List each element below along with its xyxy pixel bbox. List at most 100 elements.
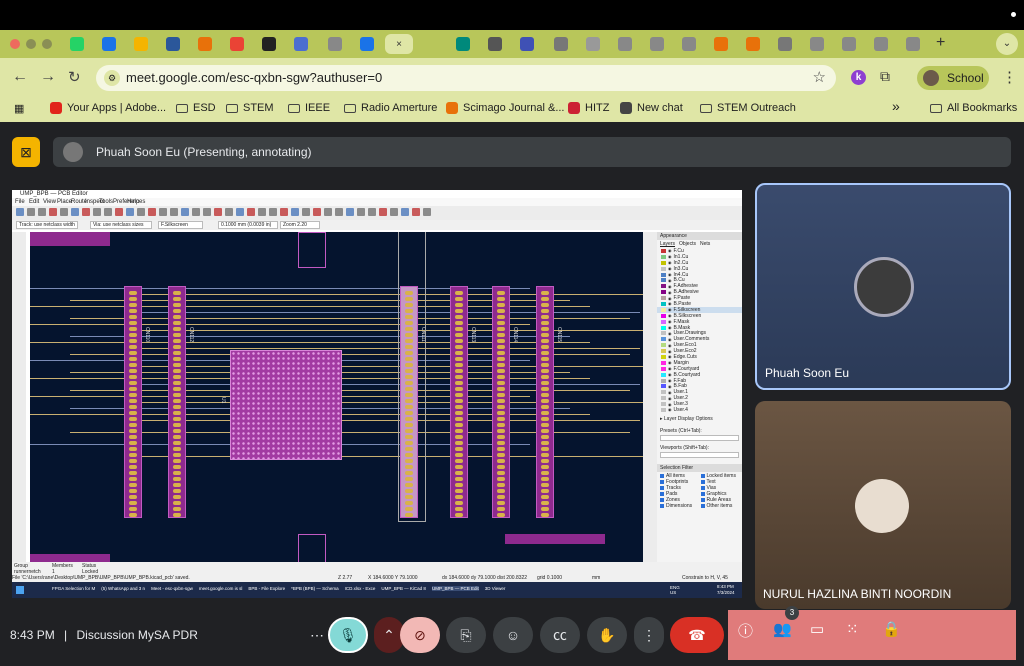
selection-filter-item[interactable]: Other items (700, 503, 740, 509)
layer-color-swatch[interactable] (661, 343, 666, 348)
eye-icon[interactable]: ◉ (668, 366, 672, 371)
profile-button[interactable]: School (917, 66, 989, 90)
zoom-select[interactable]: Zoom 2.20 (280, 221, 320, 229)
layer-color-swatch[interactable] (661, 272, 666, 277)
kicad-tool-icon[interactable] (27, 208, 35, 216)
kicad-menu-item[interactable]: View (43, 199, 56, 205)
kicad-menu-item[interactable]: Tools (99, 199, 113, 205)
layer-color-swatch[interactable] (661, 402, 666, 407)
connector-footprint[interactable]: CN114 (492, 286, 518, 518)
layer-color-swatch[interactable] (661, 372, 666, 377)
eye-icon[interactable]: ◉ (668, 384, 672, 389)
reload-icon[interactable]: ↻ (68, 68, 81, 86)
eye-icon[interactable]: ◉ (668, 337, 672, 342)
bookmarks-overflow-button[interactable]: » (892, 98, 900, 114)
checkbox-icon[interactable] (700, 491, 705, 496)
kicad-tool-icon[interactable] (137, 208, 145, 216)
kicad-tool-icon[interactable] (203, 208, 211, 216)
tab-meet[interactable] (450, 34, 476, 54)
bookmark-item[interactable]: Radio Amerture (344, 102, 437, 114)
layer-color-swatch[interactable] (661, 325, 666, 330)
checkbox-icon[interactable] (700, 503, 705, 508)
window-maximize-icon[interactable] (42, 39, 52, 49)
activities-icon[interactable]: ⁙ (846, 620, 859, 638)
presets-select[interactable] (660, 434, 739, 441)
taskbar-item[interactable]: ICD.xlsx - Exce (345, 586, 376, 591)
tab-settings[interactable] (514, 34, 540, 54)
layer-select[interactable]: F.Silkscreen (158, 221, 203, 229)
tab-whatsapp[interactable] (64, 34, 90, 54)
layer-color-swatch[interactable] (661, 284, 666, 289)
layer-color-swatch[interactable] (661, 260, 666, 265)
layer-color-swatch[interactable] (661, 390, 666, 395)
eye-icon[interactable]: ◉ (668, 301, 672, 306)
layer-color-swatch[interactable] (661, 254, 666, 259)
tab-etsy[interactable] (708, 34, 734, 54)
layer-color-swatch[interactable] (661, 407, 666, 412)
bookmark-item[interactable]: HITZ (568, 102, 609, 114)
kicad-tool-icon[interactable] (390, 208, 398, 216)
participant-tile-presenter[interactable]: Phuah Soon Eu (755, 183, 1011, 390)
tab-word[interactable] (160, 34, 186, 54)
connector-footprint[interactable]: CN113 (450, 286, 476, 518)
chat-icon[interactable]: ▭ (810, 620, 824, 638)
eye-icon[interactable]: ◉ (668, 313, 672, 318)
viewports-select[interactable] (660, 451, 739, 458)
eye-icon[interactable]: ◉ (668, 272, 672, 277)
kicad-menu-item[interactable]: Help (127, 199, 139, 205)
kicad-tool-icon[interactable] (126, 208, 134, 216)
kicad-tool-icon[interactable] (71, 208, 79, 216)
eye-icon[interactable]: ◉ (668, 360, 672, 365)
layer-color-swatch[interactable] (661, 296, 666, 301)
windows-start-icon[interactable] (16, 586, 24, 594)
connector-footprint[interactable]: CN110 (124, 286, 150, 518)
eye-icon[interactable]: ◉ (668, 319, 672, 324)
tab-meet-active[interactable]: × (385, 34, 413, 54)
kicad-tool-icon[interactable] (379, 208, 387, 216)
layer-color-swatch[interactable] (661, 266, 666, 271)
kicad-tool-icon[interactable] (247, 208, 255, 216)
eye-icon[interactable]: ◉ (668, 378, 672, 383)
tab-chrome[interactable] (836, 34, 862, 54)
bookmark-item[interactable]: ESD (176, 102, 216, 114)
tab-drive[interactable] (96, 34, 122, 54)
eye-icon[interactable]: ◉ (668, 372, 672, 377)
tab-camera[interactable] (482, 34, 508, 54)
checkbox-icon[interactable] (660, 485, 664, 490)
tab-gmail[interactable] (224, 34, 250, 54)
kicad-tool-icon[interactable] (412, 208, 420, 216)
kicad-tool-icon[interactable] (258, 208, 266, 216)
eye-icon[interactable]: ◉ (668, 354, 672, 359)
via-size-select[interactable]: Via: use netclass sizes (90, 221, 152, 229)
kicad-tool-icon[interactable] (49, 208, 57, 216)
captions-button[interactable]: ㏄ (540, 617, 580, 653)
eye-icon[interactable]: ◉ (668, 331, 672, 336)
layer-color-swatch[interactable] (661, 384, 666, 389)
layer-color-swatch[interactable] (661, 360, 666, 365)
kicad-tool-icon[interactable] (236, 208, 244, 216)
tab-ext[interactable] (548, 34, 574, 54)
eye-icon[interactable]: ◉ (668, 402, 672, 407)
eye-icon[interactable]: ◉ (668, 307, 672, 312)
eye-icon[interactable]: ◉ (668, 278, 672, 283)
kicad-tool-icon[interactable] (324, 208, 332, 216)
bookmark-item[interactable]: IEEE (288, 102, 330, 114)
taskbar-item[interactable]: UMP_BPB — KiCad 8 (381, 586, 426, 591)
taskbar-item[interactable]: FPGA Selection for M (52, 586, 95, 591)
pcb-canvas[interactable]: CN110 CN112 CN111 CN113 CN114 CN115 U1 (30, 232, 656, 575)
track-width-select[interactable]: Track: use netclass width (16, 221, 78, 229)
tab-etsy[interactable] (740, 34, 766, 54)
eye-icon[interactable]: ◉ (668, 260, 672, 265)
kicad-tool-icon[interactable] (16, 208, 24, 216)
eye-icon[interactable]: ◉ (668, 325, 672, 330)
layer-color-swatch[interactable] (661, 301, 666, 306)
tab-chrome[interactable] (804, 34, 830, 54)
grid-select[interactable]: 0.1000 mm (0.0039 in) (218, 221, 278, 229)
address-bar[interactable]: ⚙ meet.google.com/esc-qxbn-sgw?authuser=… (96, 65, 836, 91)
kicad-tool-icon[interactable] (368, 208, 376, 216)
tab-chrome[interactable] (322, 34, 348, 54)
selection-filter-item[interactable]: Dimensions (660, 503, 699, 509)
more-options-button[interactable]: ⋮ (634, 617, 664, 653)
kicad-tool-icon[interactable] (82, 208, 90, 216)
kicad-menu-item[interactable]: Edit (29, 199, 39, 205)
